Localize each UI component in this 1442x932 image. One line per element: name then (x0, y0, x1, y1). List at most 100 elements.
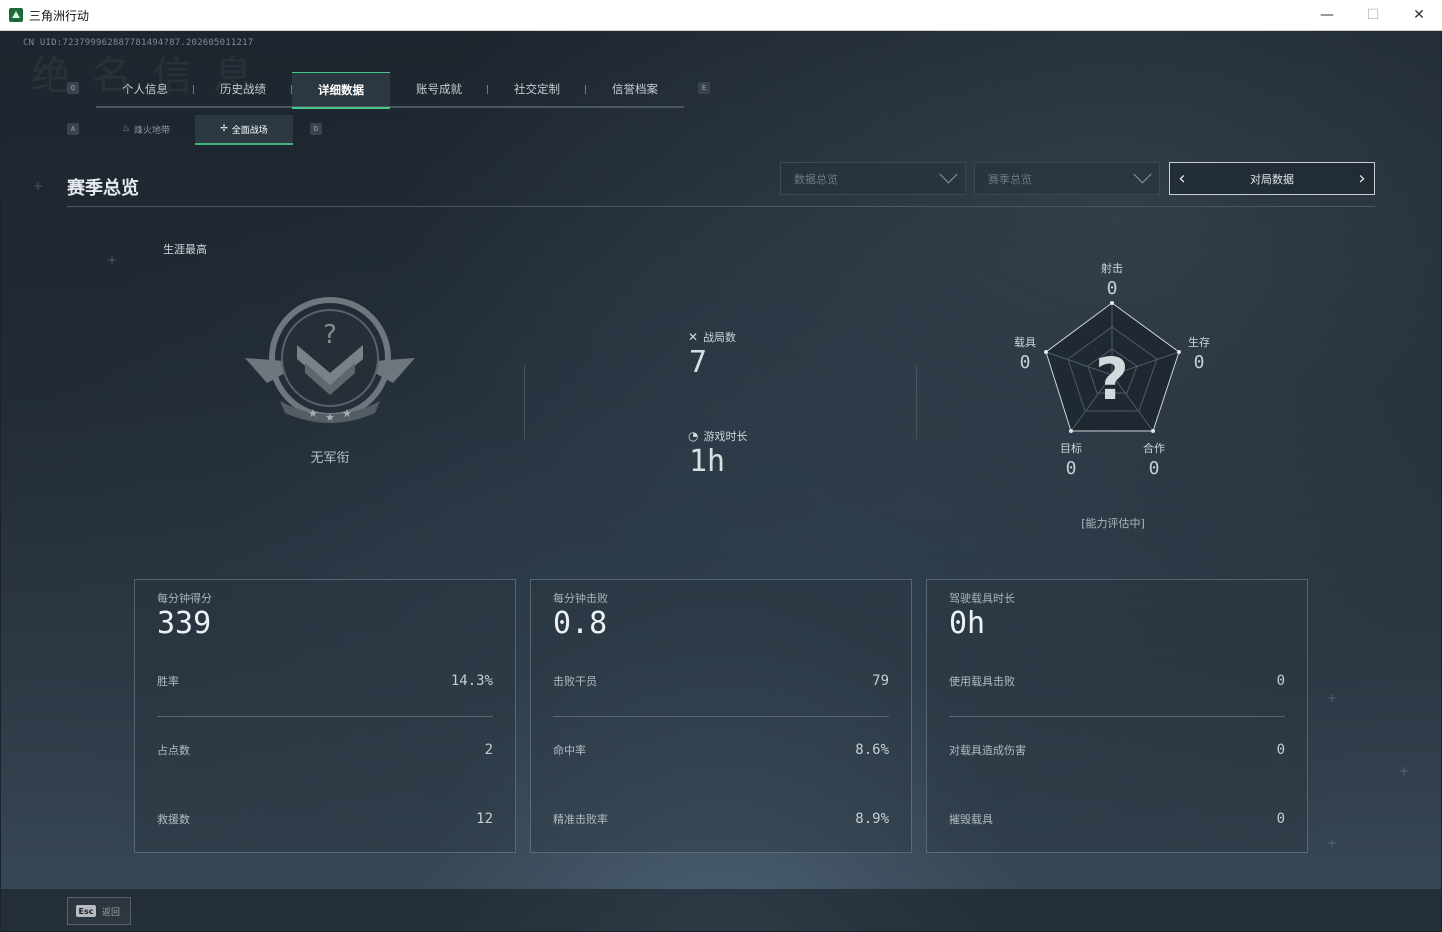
tab-achievements[interactable]: 账号成就 (390, 72, 488, 106)
deco-plus-icon: + (1327, 691, 1338, 705)
close-button[interactable]: ✕ (1396, 0, 1442, 30)
chevron-down-icon (939, 165, 958, 184)
game-viewport: 绝 名 信 息 CN UID:723799962887781494?87.202… (1, 31, 1441, 931)
radar-label-cooperation: 合作 (1143, 442, 1165, 455)
next-arrow-icon[interactable]: › (1350, 163, 1374, 194)
match-data-pager: ‹ 对局数据 › (1169, 162, 1375, 195)
career-highest-label: 生涯最高 (163, 243, 207, 256)
season-overview-dropdown[interactable]: 赛季总览 (974, 162, 1160, 195)
tab-credit-record[interactable]: 信誉档案 (586, 72, 684, 106)
key-hint-e: E (698, 82, 710, 94)
svg-text:★: ★ (342, 407, 352, 420)
card-title: 每分钟得分 (157, 592, 212, 605)
card-row: 对载具造成伤害 0 (949, 740, 1285, 760)
card-row: 命中率 8.6% (553, 740, 889, 760)
row-value: 8.6% (855, 742, 889, 758)
footer-bar (1, 889, 1441, 931)
row-label: 精准击败率 (553, 813, 608, 826)
section-divider (67, 206, 1375, 207)
row-value: 2 (484, 742, 493, 758)
tab-label: 历史战绩 (220, 82, 266, 96)
tab-label: 社交定制 (514, 82, 560, 96)
mode-subtabs: ♨ 烽火地带 ✢ 全面战场 (97, 115, 293, 145)
tab-label: 账号成就 (416, 82, 462, 96)
radar-value-objective: 0 (1065, 458, 1077, 479)
card-row: 精准击败率 8.9% (553, 809, 889, 829)
card-row: 救援数 12 (157, 809, 493, 829)
svg-text:★: ★ (308, 407, 318, 420)
card-title: 驾驶载具时长 (949, 592, 1015, 605)
row-label: 摧毁载具 (949, 813, 993, 826)
back-button[interactable]: Esc 返回 (67, 897, 131, 925)
row-label: 命中率 (553, 744, 586, 757)
maximize-button[interactable]: ☐ (1350, 0, 1396, 30)
window-title: 三角洲行动 (29, 8, 90, 23)
radar-value-survival: 0 (1193, 352, 1205, 373)
window-titlebar: 三角洲行动 — ☐ ✕ (0, 0, 1442, 31)
tab-social-custom[interactable]: 社交定制 (488, 72, 586, 106)
key-hint-a: A (67, 123, 79, 135)
row-label: 占点数 (157, 744, 190, 757)
rank-badge-icon: ? ★ ★ ★ (245, 297, 415, 424)
row-value: 0 (1276, 742, 1285, 758)
row-label: 胜率 (157, 675, 179, 688)
dropdown-label: 赛季总览 (988, 172, 1032, 186)
pager-label: 对局数据 (1250, 172, 1294, 186)
row-label: 击败干员 (553, 675, 597, 688)
stopwatch-icon: ◔ (688, 429, 699, 443)
battlefield-icon: ✢ (220, 124, 228, 134)
matches-label-text: 战局数 (703, 331, 737, 344)
key-hint-q: Q (67, 82, 79, 94)
crossed-swords-icon: ✕ (688, 330, 699, 344)
dropdown-label: 数据总览 (794, 172, 838, 186)
card-vehicle-time: 驾驶载具时长 0h 使用载具击败 0 对载具造成伤害 0 摧毁载具 0 (926, 579, 1308, 853)
row-divider (553, 716, 889, 717)
matches-value: 7 (689, 345, 708, 380)
minimize-button[interactable]: — (1304, 0, 1350, 30)
deco-plus-icon: + (33, 179, 44, 193)
card-title: 每分钟击败 (553, 592, 608, 605)
subtab-label: 烽火地带 (134, 125, 171, 136)
subtab-hazard-zone[interactable]: ♨ 烽火地带 (97, 115, 195, 143)
tab-personal-info[interactable]: 个人信息 (96, 72, 194, 106)
row-divider (949, 716, 1285, 717)
card-row: 胜率 14.3% (157, 671, 493, 691)
row-value: 8.9% (855, 811, 889, 827)
playtime-label-text: 游戏时长 (703, 430, 748, 443)
tab-label: 个人信息 (122, 82, 168, 96)
data-overview-dropdown[interactable]: 数据总览 (780, 162, 966, 195)
radar-label-objective: 目标 (1060, 442, 1082, 455)
deco-plus-icon: + (107, 253, 118, 267)
row-value: 79 (872, 673, 889, 689)
deco-plus-icon: + (1327, 836, 1338, 850)
card-kills-per-minute: 每分钟击败 0.8 击败干员 79 命中率 8.6% 精准击败率 8.9% (530, 579, 912, 853)
row-value: 12 (476, 811, 493, 827)
prev-arrow-icon[interactable]: ‹ (1170, 163, 1194, 194)
row-label: 使用载具击败 (949, 675, 1015, 688)
chevron-down-icon (1133, 165, 1152, 184)
main-tabs: 个人信息 历史战绩 详细数据 账号成就 社交定制 信誉档案 (96, 72, 684, 109)
tab-detailed-data[interactable]: 详细数据 (292, 72, 390, 109)
column-divider (916, 365, 917, 439)
app-logo-icon (9, 8, 23, 22)
fire-icon: ♨ (121, 124, 131, 134)
row-label: 对载具造成伤害 (949, 744, 1026, 757)
rank-name: 无军衔 (310, 451, 350, 466)
radar-value-shooting: 0 (1106, 278, 1118, 299)
matches-label: ✕ 战局数 (688, 329, 736, 345)
card-value: 0.8 (553, 606, 608, 641)
window-controls: — ☐ ✕ (1304, 0, 1442, 30)
card-row: 占点数 2 (157, 740, 493, 760)
row-value: 0 (1276, 811, 1285, 827)
row-label: 救援数 (157, 813, 190, 826)
radar-unknown-mark: ? (1095, 345, 1129, 413)
column-divider (524, 365, 525, 439)
row-value: 0 (1276, 673, 1285, 689)
tab-label: 详细数据 (318, 83, 364, 97)
subtab-full-battlefield[interactable]: ✢ 全面战场 (195, 115, 293, 145)
tab-match-history[interactable]: 历史战绩 (194, 72, 292, 106)
playtime-label: ◔ 游戏时长 (688, 428, 747, 444)
row-value: 14.3% (450, 673, 493, 689)
player-uid: CN UID:723799962887781494?87.20260501121… (23, 38, 254, 48)
tab-label: 信誉档案 (612, 82, 658, 96)
